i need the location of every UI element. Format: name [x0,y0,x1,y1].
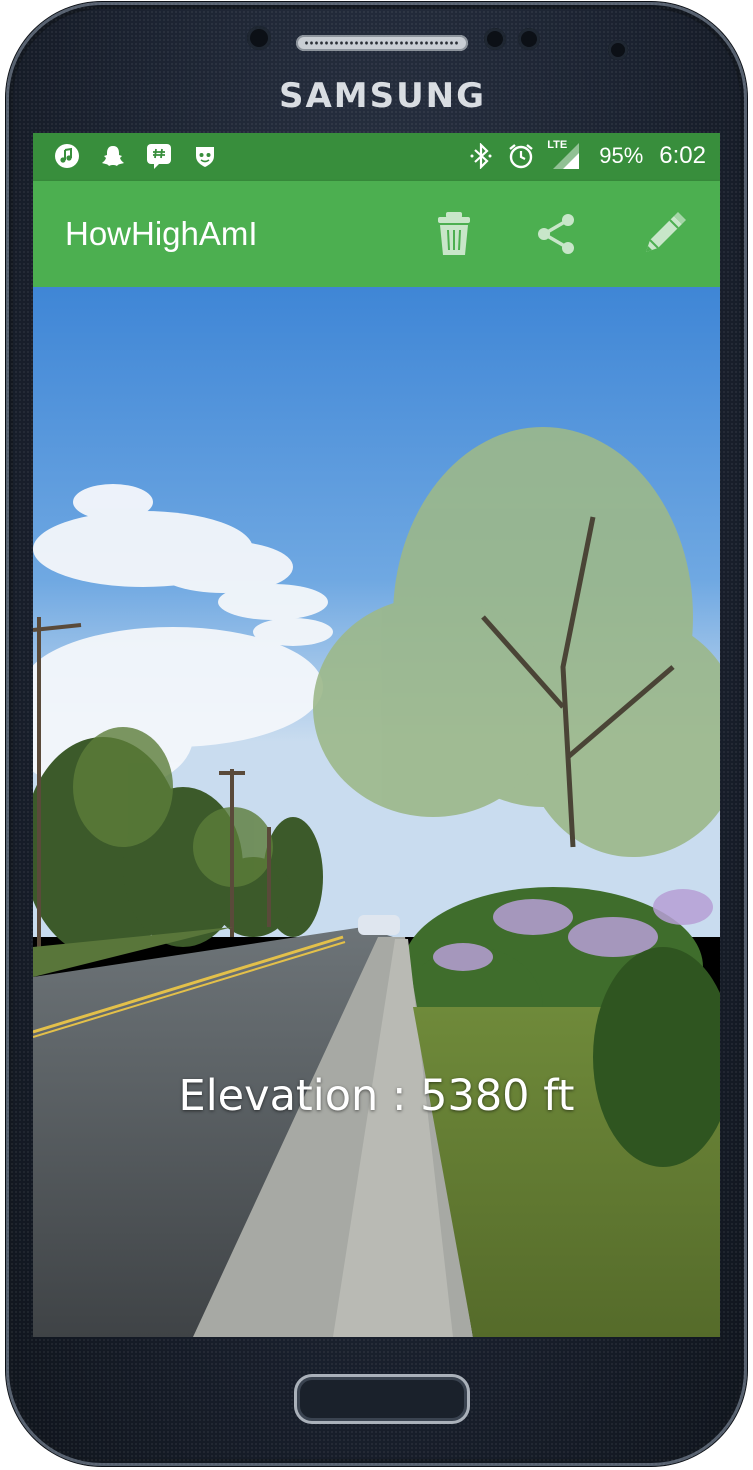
app-screen: LTE 95% 6:02 HowHighAmI Elevation: 5380… [33,133,720,1337]
network-type-label: LTE [547,139,568,151]
snapchat-ghost-icon [99,142,127,170]
hangouts-icon [145,142,173,170]
bluetooth-icon [467,142,495,170]
front-camera [484,28,506,50]
front-sensor [247,26,271,50]
status-bar: LTE 95% 6:02 [33,133,720,181]
notification-icons [53,142,219,170]
delete-icon [438,212,470,255]
delete-button[interactable] [427,207,481,261]
proximity-sensor [518,28,540,50]
earpiece-speaker [296,35,468,51]
elevation-readout: Elevation : 5380 ft [178,1071,575,1121]
device-brand-logo: SAMSUNG [278,76,487,116]
share-icon [538,214,574,254]
share-button[interactable] [529,207,583,261]
app-toolbar: HowHighAmI [33,181,720,287]
system-status: LTE 95% 6:02 [467,139,706,171]
shield-icon [191,142,219,170]
lte-signal-icon: LTE [547,139,581,171]
edit-button[interactable] [637,207,691,261]
music-note-icon [53,142,81,170]
alarm-icon [507,142,535,170]
home-button[interactable] [294,1374,470,1424]
edit-icon [646,212,686,252]
battery-percent: 95% [599,143,644,168]
clock: 6:02 [659,142,706,169]
app-title: HowHighAmI [65,215,258,252]
camera-photo [33,287,720,1337]
light-sensor [608,40,628,60]
